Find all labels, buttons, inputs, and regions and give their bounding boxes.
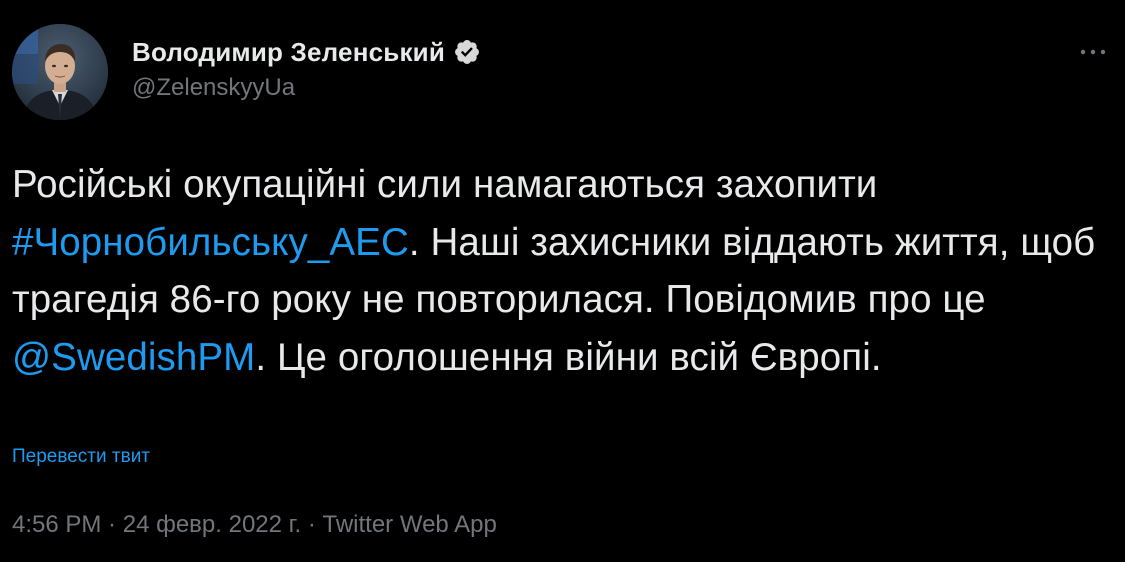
verified-badge-icon: [455, 40, 480, 64]
tweet-text-part: Російські окупаційні сили намагаються за…: [12, 163, 878, 206]
tweet-text: Російські окупаційні сили намагаються за…: [12, 156, 1102, 386]
translate-tweet-link[interactable]: Перевести твит: [12, 446, 150, 468]
handle[interactable]: @ZelenskyyUa: [132, 74, 481, 102]
avatar[interactable]: [12, 24, 108, 120]
meta-separator: ·: [101, 511, 123, 538]
tweet-card: Володимир Зеленський @ZelenskyyUa Російс…: [0, 0, 1125, 562]
avatar-photo: [12, 24, 108, 120]
meta-separator: ·: [301, 511, 323, 538]
tweet-source[interactable]: Twitter Web App: [323, 511, 497, 538]
hashtag-link[interactable]: #Чорнобильську_АЕС: [12, 221, 409, 264]
display-name-row: Володимир Зеленський: [132, 36, 481, 68]
mention-link[interactable]: @SwedishPM: [12, 336, 255, 379]
tweet-date[interactable]: 24 февр. 2022 г.: [123, 511, 301, 538]
tweet-meta: 4:56 PM · 24 февр. 2022 г. · Twitter Web…: [12, 511, 497, 539]
more-options-icon[interactable]: [1075, 42, 1111, 62]
author-block: Володимир Зеленський @ZelenskyyUa: [132, 36, 481, 102]
display-name[interactable]: Володимир Зеленський: [132, 37, 445, 68]
tweet-time[interactable]: 4:56 PM: [12, 511, 101, 538]
tweet-text-part: . Це оголошення війни всій Європі.: [255, 335, 882, 379]
